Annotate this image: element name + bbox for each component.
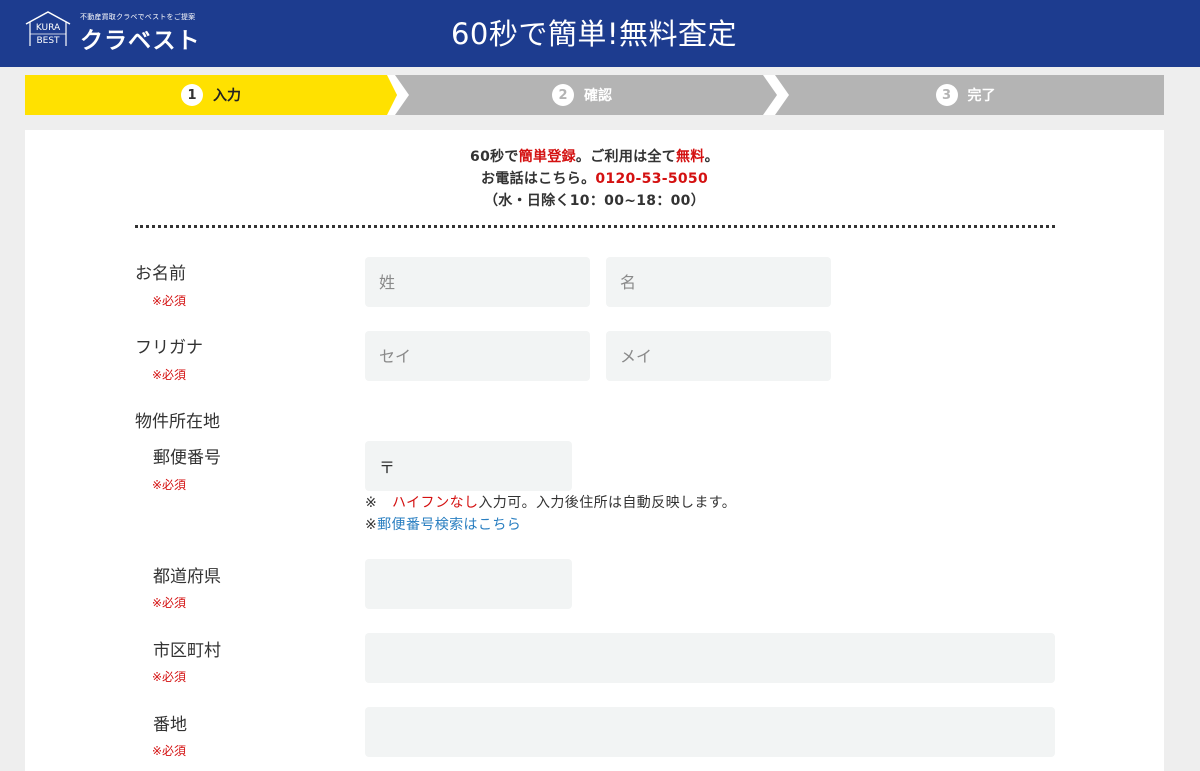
prefecture-input[interactable]: [365, 559, 572, 609]
intro-highlight: 無料: [676, 149, 705, 165]
address-label: 番地: [153, 715, 187, 735]
last-name-kana-input[interactable]: [365, 331, 590, 381]
hint-prefix: ※: [365, 495, 378, 511]
required-mark: ※必須: [152, 670, 187, 684]
required-mark: ※必須: [152, 744, 187, 758]
postal-code-search-link[interactable]: 郵便番号検索はこちら: [377, 517, 521, 533]
hint-text: 入力可。入力後住所は自動反映します。: [478, 495, 737, 511]
hint-highlight: ハイフンなし: [392, 495, 479, 511]
business-hours: （水・日除く10：00~18：00）: [483, 193, 706, 209]
first-name-kana-input[interactable]: [606, 331, 831, 381]
intro-highlight: 簡単登録: [518, 149, 576, 165]
prefecture-label: 都道府県: [153, 567, 221, 587]
required-mark: ※必須: [152, 368, 187, 382]
city-label: 市区町村: [153, 641, 221, 661]
postal-search-row: ※郵便番号検索はこちら: [365, 514, 521, 534]
intro-text: お電話はこちら。: [480, 171, 596, 187]
intro-text: 。ご利用は全て: [575, 149, 677, 165]
step-number: 3: [935, 84, 958, 106]
name-label: お名前: [135, 264, 186, 284]
required-mark: ※必須: [152, 596, 187, 610]
intro-message: 60秒で簡単登録。ご利用は全て無料。 お電話はこちら。0120-53-5050 …: [25, 146, 1164, 212]
required-mark: ※必須: [152, 478, 187, 492]
postal-code-input[interactable]: [365, 441, 572, 491]
progress-steps: 1 入力 2 確認 3 完了: [25, 75, 1164, 115]
city-input[interactable]: [365, 633, 1055, 683]
intro-text: 60秒で: [470, 149, 519, 165]
page-title: 60秒で簡単!無料査定: [450, 17, 738, 51]
site-header: KURA BEST 不動産買取クラベでベストをご提案 クラベスト 60秒で簡単!…: [0, 0, 1200, 67]
property-location-heading: 物件所在地: [135, 412, 220, 432]
required-mark: ※必須: [152, 294, 187, 308]
step-number: 1: [181, 84, 203, 106]
furigana-label: フリガナ: [135, 338, 203, 358]
dotted-divider: [135, 225, 1055, 228]
step-label: 確認: [584, 88, 612, 104]
intro-line-2: お電話はこちら。0120-53-5050: [25, 168, 1164, 190]
step-confirm: 2 確認: [387, 75, 777, 115]
postal-code-label: 郵便番号: [153, 448, 221, 468]
street-address-input[interactable]: [365, 707, 1055, 757]
step-number: 2: [552, 84, 574, 106]
first-name-input[interactable]: [606, 257, 831, 307]
form-card: 60秒で簡単登録。ご利用は全て無料。 お電話はこちら。0120-53-5050 …: [25, 130, 1164, 771]
intro-line-1: 60秒で簡単登録。ご利用は全て無料。: [25, 146, 1164, 168]
last-name-input[interactable]: [365, 257, 590, 307]
link-prefix: ※: [365, 517, 378, 533]
intro-text: 。: [704, 149, 719, 165]
phone-number-link[interactable]: 0120-53-5050: [595, 171, 708, 187]
postal-code-hint: ※ ハイフンなし入力可。入力後住所は自動反映します。: [365, 492, 736, 512]
step-complete: 3 完了: [767, 75, 1164, 115]
step-label: 入力: [213, 88, 241, 104]
step-input: 1 入力: [25, 75, 397, 115]
step-label: 完了: [967, 88, 996, 104]
